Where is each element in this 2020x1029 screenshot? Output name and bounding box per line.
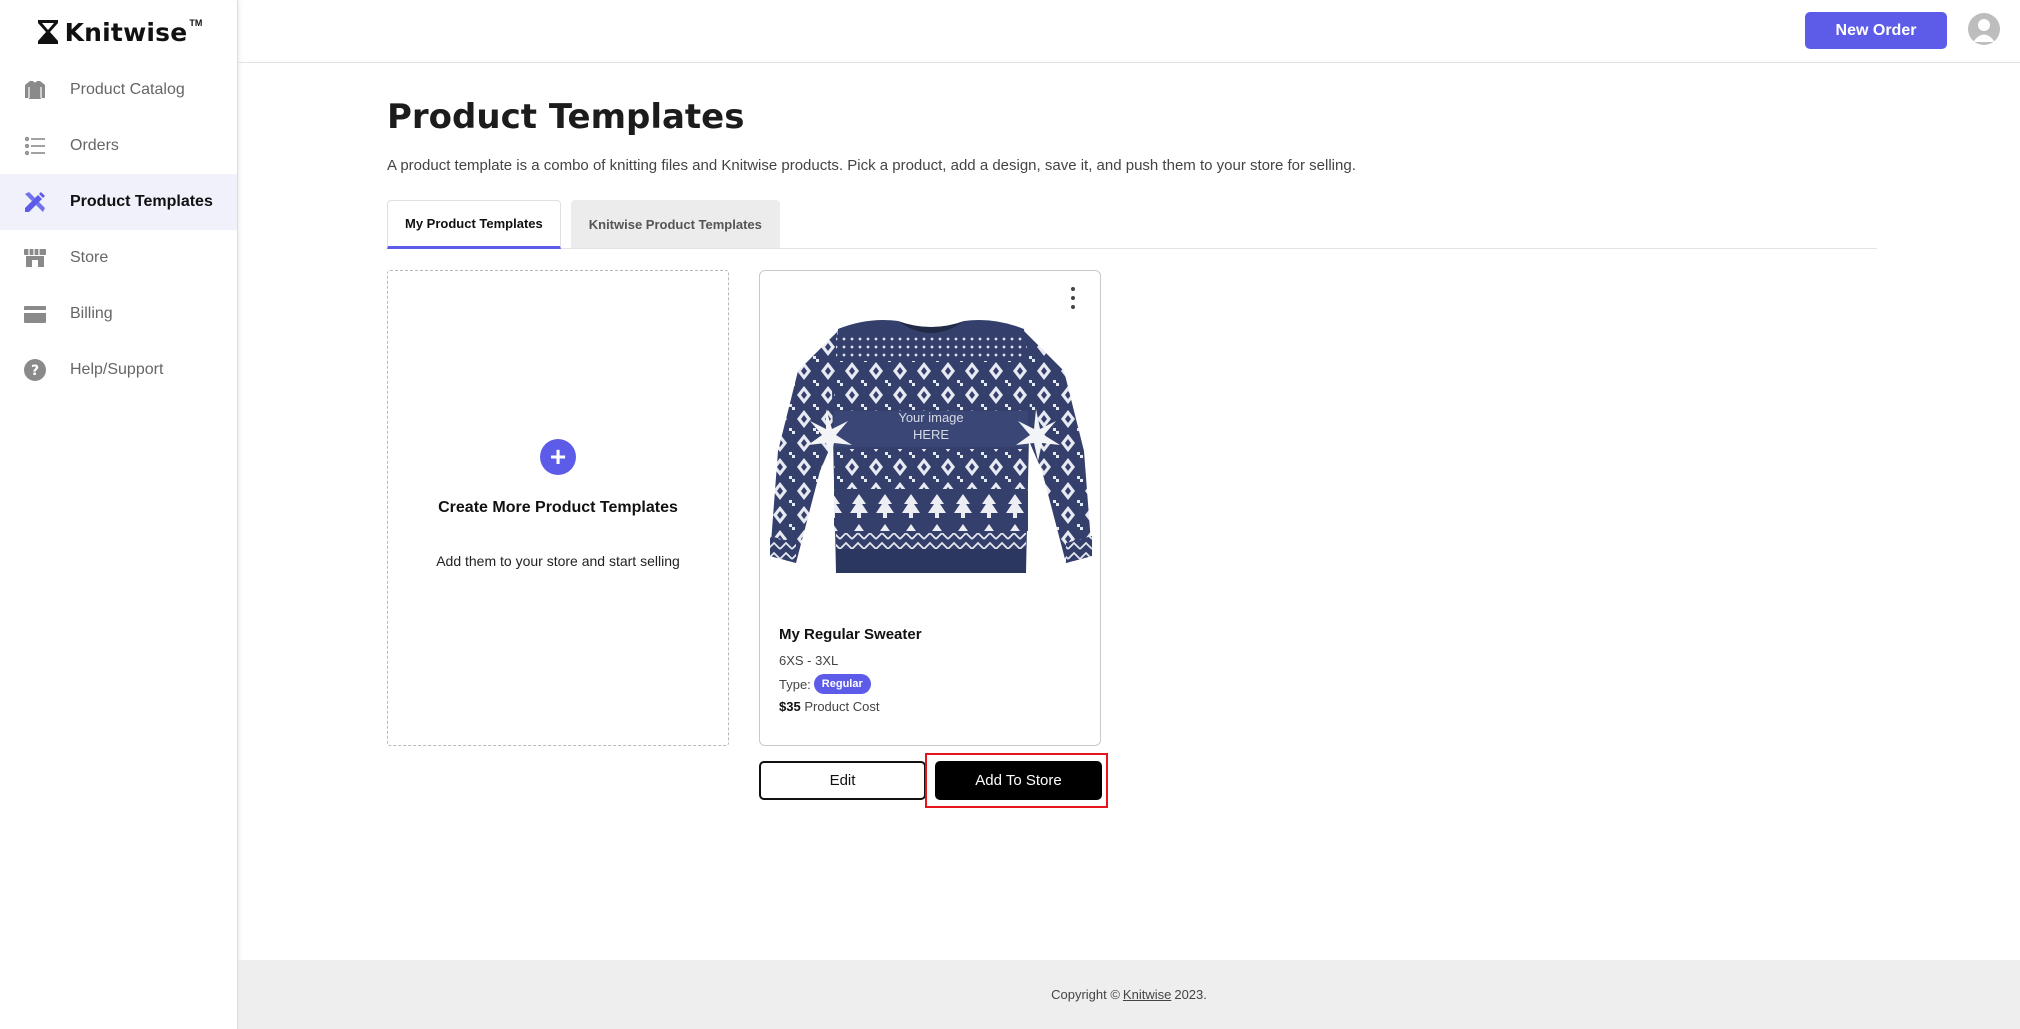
image-placeholder-line2: HERE bbox=[913, 427, 949, 442]
sidebar-item-label: Billing bbox=[70, 305, 113, 322]
question-icon: ? bbox=[22, 357, 48, 383]
type-badge: Regular bbox=[813, 674, 871, 694]
knitwise-link[interactable]: Knitwise bbox=[1123, 987, 1171, 1002]
tab-bar: My Product Templates Knitwise Product Te… bbox=[387, 200, 1877, 249]
sweater-product-image: Your image HERE bbox=[770, 320, 1092, 573]
create-card-title: Create More Product Templates bbox=[438, 499, 678, 516]
product-type: Type: Regular bbox=[779, 674, 871, 694]
new-order-button[interactable]: New Order bbox=[1805, 12, 1947, 49]
product-cost-value: $35 bbox=[779, 699, 801, 714]
plus-icon: + bbox=[540, 439, 576, 475]
pencil-ruler-icon bbox=[22, 189, 48, 215]
svg-text:?: ? bbox=[31, 363, 39, 379]
brand-logo[interactable]: Knitwise TM bbox=[0, 0, 237, 62]
product-template-card: Your image HERE My Regular Sweater 6XS -… bbox=[759, 270, 1101, 746]
sidebar-item-label: Orders bbox=[70, 137, 119, 154]
sidebar-item-billing[interactable]: Billing bbox=[0, 286, 237, 342]
highlight-box: Add To Store bbox=[925, 753, 1108, 808]
product-sizes: 6XS - 3XL bbox=[779, 653, 839, 668]
sidebar-item-product-templates[interactable]: Product Templates bbox=[0, 174, 237, 230]
sidebar-item-store[interactable]: Store bbox=[0, 230, 237, 286]
top-bar: New Order bbox=[238, 0, 2020, 63]
edit-button[interactable]: Edit bbox=[759, 761, 926, 800]
sweater-icon bbox=[22, 77, 48, 103]
page-title: Product Templates bbox=[387, 97, 745, 137]
knitwise-logo-icon bbox=[37, 20, 58, 44]
sidebar-item-label: Product Catalog bbox=[70, 81, 185, 98]
more-options-icon[interactable] bbox=[1068, 287, 1078, 309]
list-icon bbox=[22, 133, 48, 159]
trademark-mark: TM bbox=[189, 18, 203, 28]
create-card-subtitle: Add them to your store and start selling bbox=[436, 553, 680, 569]
sidebar-nav: Product Catalog Orders Product Templates… bbox=[0, 62, 237, 398]
template-grid: + Create More Product Templates Add them… bbox=[387, 270, 1877, 830]
tab-my-product-templates[interactable]: My Product Templates bbox=[387, 200, 561, 249]
copyright-prefix: Copyright © bbox=[1051, 987, 1120, 1002]
sidebar-item-label: Product Templates bbox=[70, 193, 213, 210]
sidebar-item-label: Help/Support bbox=[70, 361, 164, 378]
copyright-year: 2023. bbox=[1174, 987, 1207, 1002]
sidebar: Knitwise TM Product Catalog Orders Produ… bbox=[0, 0, 238, 1029]
image-placeholder-line1: Your image bbox=[898, 410, 963, 425]
page-description: A product template is a combo of knittin… bbox=[387, 157, 1356, 174]
product-name: My Regular Sweater bbox=[779, 626, 922, 643]
sidebar-item-help-support[interactable]: ? Help/Support bbox=[0, 342, 237, 398]
storefront-icon bbox=[22, 245, 48, 271]
main-content: Product Templates A product template is … bbox=[387, 63, 1877, 830]
brand-name: Knitwise bbox=[64, 17, 188, 47]
sidebar-item-label: Store bbox=[70, 249, 109, 266]
user-icon bbox=[1973, 19, 1995, 42]
product-cost: $35 Product Cost bbox=[779, 699, 879, 714]
sidebar-item-orders[interactable]: Orders bbox=[0, 118, 237, 174]
footer: Copyright © Knitwise 2023. bbox=[238, 960, 2020, 1029]
card-icon bbox=[22, 301, 48, 327]
sidebar-item-product-catalog[interactable]: Product Catalog bbox=[0, 62, 237, 118]
add-to-store-button[interactable]: Add To Store bbox=[935, 761, 1102, 800]
product-cost-label: Product Cost bbox=[804, 699, 880, 714]
create-template-card[interactable]: + Create More Product Templates Add them… bbox=[387, 270, 729, 746]
tab-knitwise-product-templates[interactable]: Knitwise Product Templates bbox=[570, 200, 780, 248]
product-type-label: Type: bbox=[779, 676, 811, 692]
avatar[interactable] bbox=[1968, 13, 2000, 45]
